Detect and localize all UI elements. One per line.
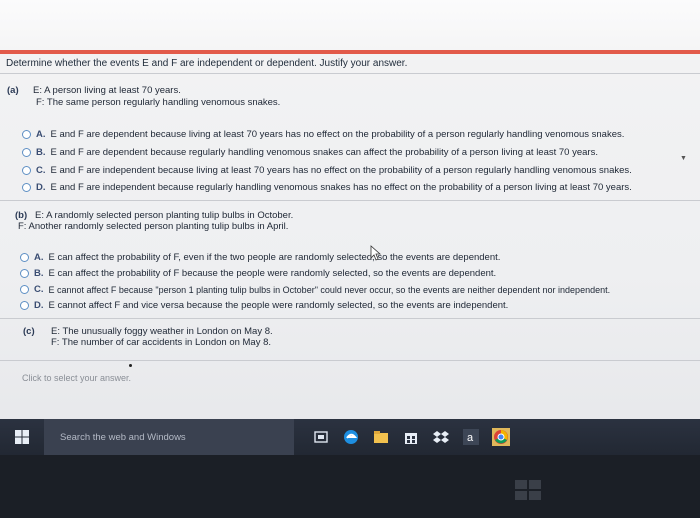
windows-start-icon <box>15 430 29 444</box>
part-b-option-a[interactable]: A. E can affect the probability of F, ev… <box>20 252 500 263</box>
part-a-label: (a) <box>7 85 19 96</box>
browser-viewport: Determine whether the events E and F are… <box>0 0 700 455</box>
part-b-option-b[interactable]: B. E can affect the probability of F bec… <box>20 268 496 279</box>
divider <box>0 360 700 361</box>
part-a-event-e: E: A person living at least 70 years. <box>33 85 181 96</box>
option-text: E and F are independent because regularl… <box>50 182 632 193</box>
option-text: E and F are dependent because living at … <box>50 129 625 140</box>
search-placeholder: Search the web and Windows <box>60 431 186 443</box>
start-button[interactable] <box>0 419 44 455</box>
edge-icon[interactable] <box>336 419 366 455</box>
page-header-area <box>0 0 700 50</box>
option-text: E cannot affect F and vice versa because… <box>48 300 509 311</box>
chevron-down-icon: ▼ <box>680 155 687 162</box>
option-text: E cannot affect F because "person 1 plan… <box>48 284 611 295</box>
divider <box>0 200 700 201</box>
amazon-icon[interactable]: a <box>456 419 486 455</box>
part-c-event-f: F: The number of car accidents in London… <box>51 337 272 348</box>
chrome-icon[interactable] <box>486 419 516 455</box>
divider <box>0 73 700 74</box>
question-title: Determine whether the events E and F are… <box>6 58 408 69</box>
cursor-dot <box>129 364 132 367</box>
part-a-option-c[interactable]: C. E and F are independent because livin… <box>22 165 632 176</box>
taskbar-search-box[interactable]: Search the web and Windows <box>44 419 294 455</box>
divider <box>0 318 700 319</box>
option-letter: C. <box>36 165 46 176</box>
part-c-label: (c) <box>23 326 35 337</box>
part-b-option-d[interactable]: D. E cannot affect F and vice versa beca… <box>20 300 508 311</box>
radio-button[interactable] <box>20 301 29 310</box>
option-letter: A. <box>36 129 46 140</box>
windows-taskbar: Search the web and Windows a <box>0 419 700 455</box>
option-text: E can affect the probability of F, even … <box>48 252 501 263</box>
option-letter: A. <box>34 252 44 263</box>
part-a-event-f: F: The same person regularly handling ve… <box>36 97 281 108</box>
mouse-pointer-icon <box>370 245 382 261</box>
part-a-option-a[interactable]: A. E and F are dependent because living … <box>22 129 624 140</box>
radio-button[interactable] <box>20 285 29 294</box>
answer-prompt: Click to select your answer. <box>22 373 132 383</box>
option-text: E can affect the probability of F becaus… <box>48 268 497 279</box>
task-view-icon[interactable] <box>306 419 336 455</box>
option-text: E and F are dependent because regularly … <box>50 147 598 158</box>
radio-button[interactable] <box>22 148 31 157</box>
option-letter: B. <box>36 147 46 158</box>
radio-button[interactable] <box>20 269 29 278</box>
header-accent-line <box>0 50 700 54</box>
store-icon[interactable] <box>396 419 426 455</box>
svg-text:a: a <box>467 432 474 444</box>
dropbox-icon[interactable] <box>426 419 456 455</box>
part-b-option-c[interactable]: C. E cannot affect F because "person 1 p… <box>20 284 610 295</box>
file-explorer-icon[interactable] <box>366 419 396 455</box>
radio-button[interactable] <box>22 183 31 192</box>
option-letter: D. <box>34 300 44 311</box>
part-b-event-f: F: Another randomly selected person plan… <box>18 221 289 232</box>
part-a-option-d[interactable]: D. E and F are independent because regul… <box>22 182 632 193</box>
option-letter: D. <box>36 182 46 193</box>
part-b-label: (b) <box>15 210 28 221</box>
radio-button[interactable] <box>22 166 31 175</box>
windows-logo-icon <box>515 480 541 500</box>
radio-button[interactable] <box>20 253 29 262</box>
option-letter: C. <box>34 284 44 295</box>
option-text: E and F are independent because living a… <box>50 165 632 176</box>
radio-button[interactable] <box>22 130 31 139</box>
option-letter: B. <box>34 268 44 279</box>
part-a-option-b[interactable]: B. E and F are dependent because regular… <box>22 147 598 158</box>
